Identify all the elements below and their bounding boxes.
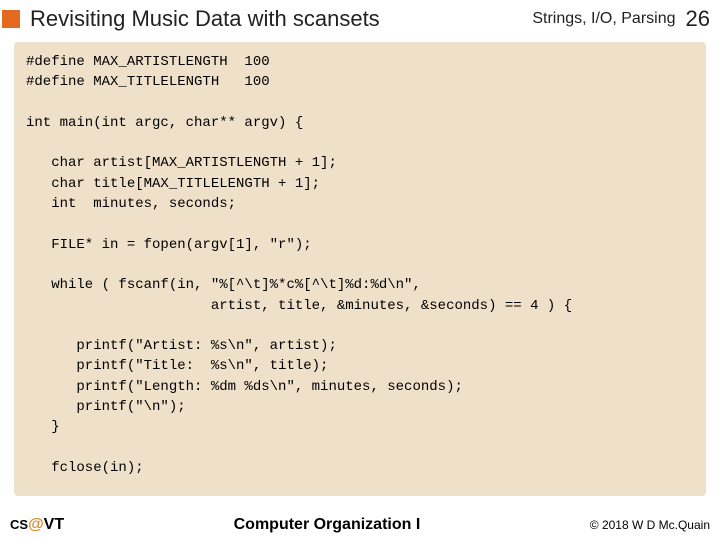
slide-title: Revisiting Music Data with scansets <box>30 6 532 32</box>
header-bar: Revisiting Music Data with scansets Stri… <box>0 0 720 36</box>
footer-bar: CS@VT Computer Organization I © 2018 W D… <box>0 516 720 534</box>
footer-cs: CS <box>10 517 28 532</box>
page-number: 26 <box>686 6 710 32</box>
accent-square-icon <box>2 10 20 28</box>
footer-copyright: © 2018 W D Mc.Quain <box>590 518 710 532</box>
footer-course: Computer Organization I <box>64 516 590 534</box>
slide: Revisiting Music Data with scansets Stri… <box>0 0 720 540</box>
slide-topic: Strings, I/O, Parsing <box>532 10 675 28</box>
code-container: #define MAX_ARTISTLENGTH 100 #define MAX… <box>14 42 706 496</box>
footer-vt: VT <box>44 516 64 533</box>
code-listing: #define MAX_ARTISTLENGTH 100 #define MAX… <box>14 42 706 496</box>
footer-affiliation: CS@VT <box>10 516 64 534</box>
at-icon: @ <box>28 516 44 533</box>
